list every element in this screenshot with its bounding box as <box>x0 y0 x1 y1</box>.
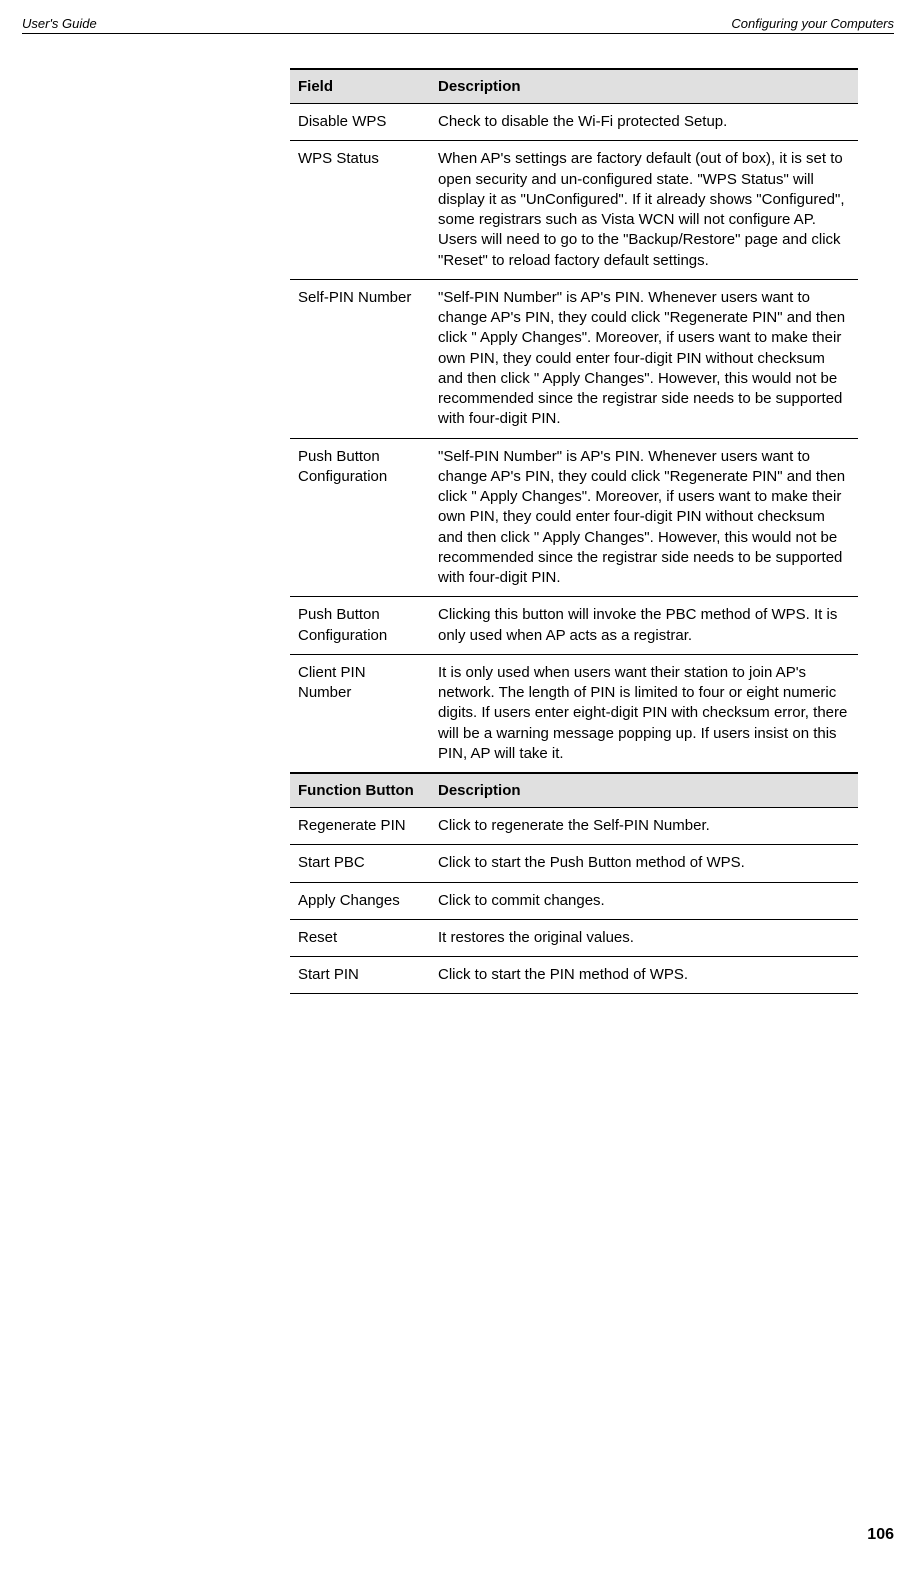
field-cell: Regenerate PIN <box>290 808 430 845</box>
desc-cell: Clicking this button will invoke the PBC… <box>430 597 858 655</box>
table-row: Disable WPS Check to disable the Wi-Fi p… <box>290 104 858 141</box>
field-cell: Push Button Configuration <box>290 597 430 655</box>
fields-table: Field Description Disable WPS Check to d… <box>290 68 858 994</box>
desc-cell: Click to start the Push Button method of… <box>430 845 858 882</box>
table-row: Push Button Configuration Clicking this … <box>290 597 858 655</box>
desc-cell: Click to regenerate the Self-PIN Number. <box>430 808 858 845</box>
desc-cell: Click to start the PIN method of WPS. <box>430 957 858 994</box>
table-row: Start PBC Click to start the Push Button… <box>290 845 858 882</box>
table-row: Client PIN Number It is only used when u… <box>290 654 858 773</box>
table-row: Start PIN Click to start the PIN method … <box>290 957 858 994</box>
table-row: Regenerate PIN Click to regenerate the S… <box>290 808 858 845</box>
table-header-description: Description <box>430 69 858 104</box>
table-header-function-button: Function Button <box>290 773 430 808</box>
table-header-row: Function Button Description <box>290 773 858 808</box>
desc-cell: "Self-PIN Number" is AP's PIN. Whenever … <box>430 438 858 597</box>
table-row: Self-PIN Number "Self-PIN Number" is AP'… <box>290 279 858 438</box>
desc-cell: Check to disable the Wi-Fi protected Set… <box>430 104 858 141</box>
content-area: Field Description Disable WPS Check to d… <box>290 68 858 994</box>
table-row: Push Button Configuration "Self-PIN Numb… <box>290 438 858 597</box>
field-cell: Self-PIN Number <box>290 279 430 438</box>
header-right-text: Configuring your Computers <box>731 16 894 31</box>
page-header: User's Guide Configuring your Computers <box>22 16 894 34</box>
desc-cell: Click to commit changes. <box>430 882 858 919</box>
table-header-field: Field <box>290 69 430 104</box>
table-header-row: Field Description <box>290 69 858 104</box>
desc-cell: It restores the original values. <box>430 919 858 956</box>
field-cell: WPS Status <box>290 141 430 280</box>
field-cell: Apply Changes <box>290 882 430 919</box>
desc-cell: "Self-PIN Number" is AP's PIN. Whenever … <box>430 279 858 438</box>
table-row: WPS Status When AP's settings are factor… <box>290 141 858 280</box>
table-header-description: Description <box>430 773 858 808</box>
field-cell: Reset <box>290 919 430 956</box>
table-row: Reset It restores the original values. <box>290 919 858 956</box>
field-cell: Start PBC <box>290 845 430 882</box>
field-cell: Client PIN Number <box>290 654 430 773</box>
field-cell: Push Button Configuration <box>290 438 430 597</box>
page-number: 106 <box>867 1526 894 1544</box>
field-cell: Start PIN <box>290 957 430 994</box>
field-cell: Disable WPS <box>290 104 430 141</box>
desc-cell: When AP's settings are factory default (… <box>430 141 858 280</box>
header-left-text: User's Guide <box>22 16 97 31</box>
desc-cell: It is only used when users want their st… <box>430 654 858 773</box>
table-row: Apply Changes Click to commit changes. <box>290 882 858 919</box>
